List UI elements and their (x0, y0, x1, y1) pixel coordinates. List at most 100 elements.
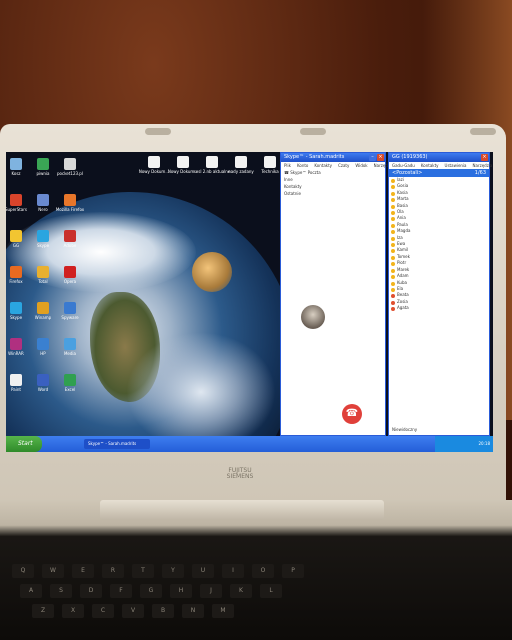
desktop-icon[interactable]: Spyware (50, 302, 90, 320)
menu-item[interactable]: Kontakty (314, 163, 332, 168)
gg-status[interactable]: Niewidoczny (389, 426, 420, 433)
close-icon[interactable]: × (377, 154, 384, 161)
keyboard-key[interactable]: P (282, 564, 304, 578)
desktop-icon[interactable]: Adobe (50, 230, 90, 248)
status-icon (391, 294, 395, 299)
contact-name: Paula (397, 221, 408, 227)
keyboard-key[interactable]: E (72, 564, 94, 578)
lid-clip-center (300, 128, 326, 135)
gg-contact-list[interactable]: lazi Gosia Kasia Marta Basia Ola Ania Paula Magd… (389, 177, 489, 312)
keyboard-key[interactable]: K (230, 584, 252, 598)
skype-menubar[interactable]: PlikKontoKontaktyCzatyWidokNarzędziaPomo… (281, 162, 413, 169)
gg-menubar[interactable]: Gadu-GaduKontaktyUstawieniaNarzędziaPomo… (389, 162, 492, 169)
keyboard-key[interactable]: B (152, 604, 174, 618)
menu-item[interactable]: Plik (284, 163, 291, 168)
lid-clip-left (145, 128, 171, 135)
status-icon (391, 230, 395, 235)
taskbar-button-skype[interactable]: Skype™ - Sarah.madrits (84, 439, 150, 449)
menu-item[interactable]: Konto (297, 163, 308, 168)
menu-item[interactable]: Narzędzia (473, 163, 493, 168)
hangup-button[interactable]: ☎ (342, 404, 362, 424)
keyboard-key[interactable]: Y (162, 564, 184, 578)
brand-logo: FUJITSU SIEMENS (210, 468, 270, 480)
status-icon (391, 287, 395, 292)
keyboard-key[interactable]: H (170, 584, 192, 598)
contact-name: Ewa (397, 241, 406, 247)
app-icon (64, 194, 76, 206)
keyboard-key[interactable]: M (212, 604, 234, 618)
keyboard-key[interactable]: O (252, 564, 274, 578)
start-button[interactable]: Start (6, 436, 42, 452)
skype-row-4[interactable]: Ostatnie (281, 190, 385, 197)
gg-titlebar[interactable]: GG (1919363) × (389, 153, 489, 162)
contact-name: Ela (397, 285, 404, 291)
menu-item[interactable]: Widok (355, 163, 367, 168)
contact-name: Gosia (397, 183, 409, 189)
app-icon (37, 158, 49, 170)
gg-window[interactable]: GG (1919363) × Gadu-Gadu Kontakty Ustawien… (388, 152, 492, 436)
skype-window[interactable]: Skype™ - Sarah.madrits – × Plik Konto Kont… (280, 152, 413, 436)
contact-name: Marek (397, 266, 410, 272)
skype-titlebar[interactable]: Skype™ - Sarah.madrits – × (281, 153, 385, 162)
contact-name: Adam (397, 273, 409, 279)
keyboard-key[interactable]: Q (12, 564, 34, 578)
keyboard-key[interactable]: W (42, 564, 64, 578)
keyboard-key[interactable]: R (102, 564, 124, 578)
desktop-icon[interactable]: Opera (50, 266, 90, 284)
document-icon (264, 156, 276, 168)
keyboard-key[interactable]: C (92, 604, 114, 618)
contact-name: Marta (397, 196, 409, 202)
keyboard-key[interactable]: X (62, 604, 84, 618)
status-icon (391, 204, 395, 209)
wallpaper-moon (192, 252, 232, 292)
app-icon (37, 194, 49, 206)
menu-item[interactable]: Ustawienia (445, 163, 467, 168)
keyboard-key[interactable]: F (110, 584, 132, 598)
keyboard-key[interactable]: N (182, 604, 204, 618)
keyboard-key[interactable]: U (192, 564, 214, 578)
minimize-icon[interactable]: – (369, 154, 376, 161)
status-icon (391, 179, 395, 183)
contact-name: Iza (397, 234, 403, 240)
gg-group-header[interactable]: <Pozostali> 1/63 (389, 169, 489, 177)
status-icon (391, 211, 395, 216)
keyboard-key[interactable]: D (80, 584, 102, 598)
status-icon (391, 255, 395, 260)
hinge-bar (100, 500, 384, 520)
keyboard-key[interactable]: J (200, 584, 222, 598)
app-icon (64, 158, 76, 170)
list-item[interactable]: Agata (389, 305, 489, 312)
keyboard-key[interactable]: T (132, 564, 154, 578)
status-icon (391, 198, 395, 203)
keyboard-key[interactable]: G (140, 584, 162, 598)
contact-name: Ola (397, 209, 404, 215)
desktop-icon[interactable]: Media (50, 338, 90, 356)
skype-row-1[interactable]: ☎ Skype™ Poczta (281, 169, 385, 176)
skype-row-3[interactable]: Kontakty (281, 183, 385, 190)
app-icon (10, 338, 22, 350)
desktop-icon[interactable]: pocket123.pl (50, 158, 90, 176)
keyboard-key[interactable]: I (222, 564, 244, 578)
desktop-icon[interactable]: Mozilla Firefox (50, 194, 90, 212)
menu-item[interactable]: Kontakty (421, 163, 439, 168)
app-icon (37, 230, 49, 242)
menu-item[interactable]: Gadu-Gadu (392, 163, 415, 168)
menu-item[interactable]: Czaty (338, 163, 349, 168)
contact-name: Basia (397, 202, 408, 208)
status-icon (391, 300, 395, 305)
desktop-icon-label: Media (63, 351, 76, 356)
keyboard-key[interactable]: A (20, 584, 42, 598)
app-icon (37, 266, 49, 278)
keyboard-key[interactable]: Z (32, 604, 54, 618)
skype-title: Skype™ - Sarah.madrits (284, 154, 345, 160)
status-icon (391, 217, 395, 222)
gg-title: GG (1919363) (392, 154, 428, 160)
keyboard-key[interactable]: S (50, 584, 72, 598)
skype-row-2[interactable]: Inne (281, 176, 385, 183)
desktop-icon[interactable]: Excel (50, 374, 90, 392)
keyboard-key[interactable]: V (122, 604, 144, 618)
keyboard-key[interactable]: L (260, 584, 282, 598)
app-icon (10, 374, 22, 386)
app-icon (10, 194, 22, 206)
close-icon[interactable]: × (481, 154, 488, 161)
